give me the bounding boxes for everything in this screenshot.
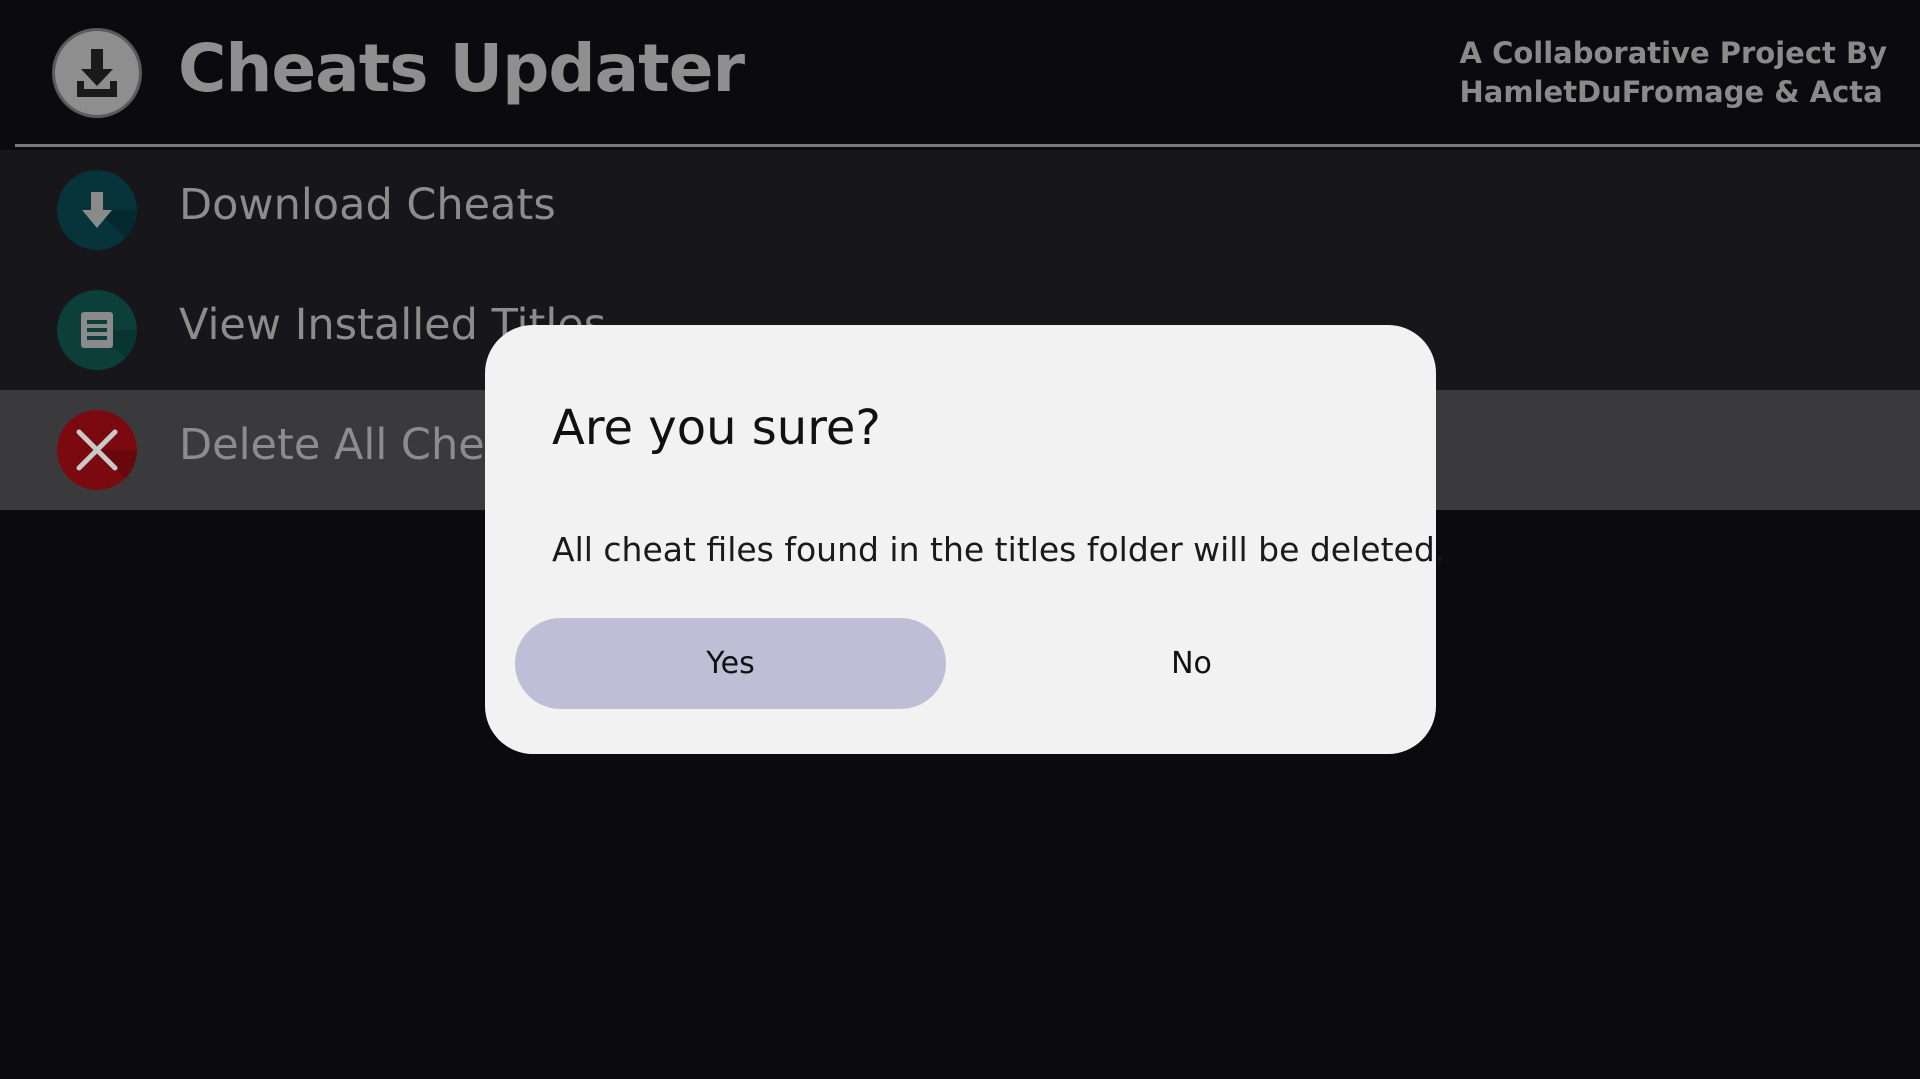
credits: A Collaborative Project By HamletDuFroma… <box>1460 34 1887 112</box>
confirm-dialog: Are you sure? All cheat files found in t… <box>485 325 1445 754</box>
dialog-title: Are you sure? <box>552 400 881 456</box>
app-title: Cheats Updater <box>178 30 745 107</box>
close-x-icon <box>57 410 137 490</box>
menu-item-label: Download Cheats <box>179 180 556 230</box>
app-screen: Cheats Updater A Collaborative Project B… <box>0 0 1920 1079</box>
header: Cheats Updater A Collaborative Project B… <box>0 0 1920 147</box>
download-arrow-icon <box>57 170 137 250</box>
menu-item-download-cheats[interactable]: Download Cheats <box>0 150 1920 270</box>
credits-line-2: HamletDuFromage & Acta <box>1459 75 1883 109</box>
document-icon <box>57 290 137 370</box>
dialog-message: All cheat files found in the titles fold… <box>552 530 1446 569</box>
header-divider <box>15 144 1920 147</box>
download-circle-icon <box>52 28 142 118</box>
credits-line-1: A Collaborative Project By <box>1459 36 1887 70</box>
no-button[interactable]: No <box>976 618 1407 709</box>
yes-button[interactable]: Yes <box>515 618 946 709</box>
